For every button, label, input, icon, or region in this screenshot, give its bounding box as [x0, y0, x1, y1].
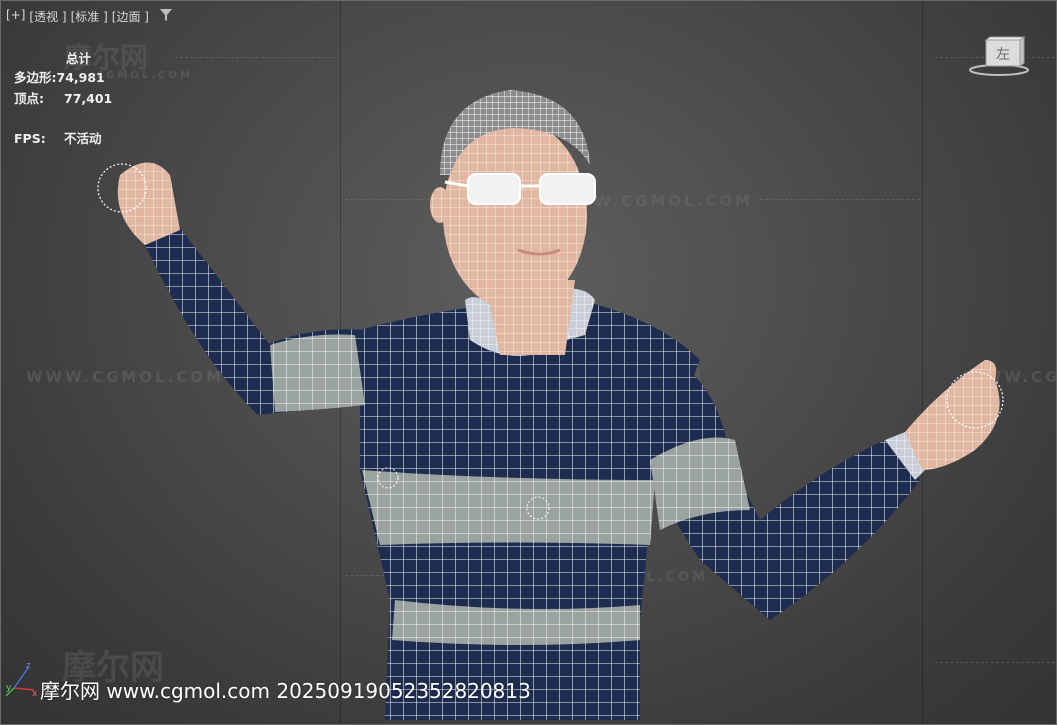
- left-forearm: [145, 228, 270, 415]
- glasses-left-lens: [467, 173, 521, 205]
- right-hand: [905, 360, 1000, 470]
- viewport-shading-label[interactable]: [标准 ]: [71, 8, 108, 25]
- fps-label: FPS:: [14, 131, 46, 146]
- left-hand: [117, 162, 180, 245]
- viewport-view-label[interactable]: [透视 ]: [29, 8, 66, 25]
- polygon-count-value: 74,981: [56, 70, 105, 85]
- axis-z-label: z: [26, 661, 31, 671]
- character-model[interactable]: [0, 0, 1057, 725]
- viewcube-face-label: 左: [996, 47, 1010, 63]
- bottom-watermark: 摩尔网 www.cgmol.com 20250919052352820813: [40, 679, 531, 703]
- viewcube-icon[interactable]: 左: [968, 36, 1030, 78]
- sweater-stripe-chest: [362, 470, 655, 545]
- fps-row: FPS: 不活动: [14, 128, 102, 147]
- left-arm-stripe: [270, 334, 365, 412]
- vertex-count-label: 顶点:: [14, 91, 44, 106]
- polygon-count-label: 多边形:: [14, 70, 57, 85]
- stats-header: 总计: [66, 51, 92, 66]
- glasses-right-lens: [539, 173, 596, 205]
- axis-x-label: x: [32, 689, 38, 698]
- axis-tripod: z x y: [5, 661, 38, 698]
- filter-icon[interactable]: [159, 8, 173, 22]
- viewcube[interactable]: 左: [968, 36, 1030, 78]
- vertex-count-value: 77,401: [64, 91, 113, 106]
- viewport-display-label[interactable]: [边面 ]: [112, 8, 149, 25]
- polygon-count-row: 多边形:74,981: [14, 67, 105, 86]
- viewport-menu-button[interactable]: [+]: [6, 8, 25, 25]
- fps-value: 不活动: [64, 131, 102, 146]
- axis-y-label: y: [6, 683, 12, 693]
- vertex-count-row: 顶点: 77,401: [14, 88, 112, 107]
- viewport-label-bar: [+] [透视 ] [标准 ] [边面 ]: [6, 8, 173, 25]
- ear-left: [430, 187, 450, 223]
